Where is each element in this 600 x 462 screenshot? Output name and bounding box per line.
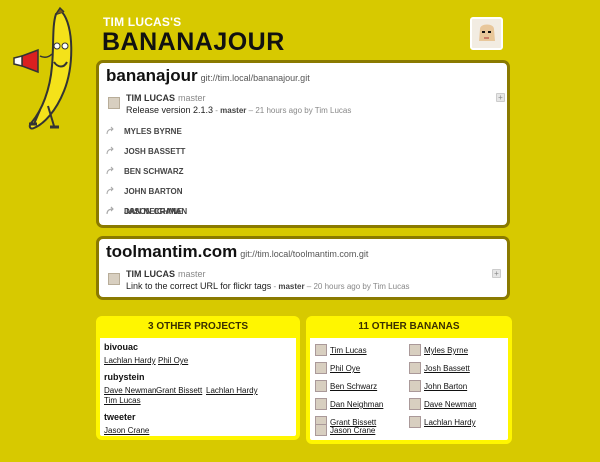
repo-git-url: git://tim.local/toolmantim.com.git <box>240 249 369 259</box>
commit-message[interactable]: Release version 2.1.3 <box>126 105 213 115</box>
repo-name[interactable]: bananajour <box>106 66 198 85</box>
banana-user-name[interactable]: Myles Byrne <box>424 346 468 355</box>
banana-user-name[interactable]: Jason Crane <box>330 426 375 435</box>
user-avatar[interactable] <box>470 17 503 50</box>
header-owner-label: TIM LUCAS'S <box>103 15 182 29</box>
banana-user-name[interactable]: Lachlan Hardy <box>424 418 476 427</box>
banana-mascot-logo <box>13 6 73 130</box>
user-avatar-icon <box>409 398 421 410</box>
commit-author-name: TIM LUCAS <box>126 93 175 103</box>
expand-plus-icon[interactable]: + <box>492 269 501 278</box>
user-avatar-icon <box>409 380 421 392</box>
banana-user-name[interactable]: Dave Newman <box>424 400 476 409</box>
member-name[interactable]: JOSH BASSETT <box>124 147 185 156</box>
repo-title: toolmantim.com git://tim.local/toolmantim… <box>106 242 368 262</box>
other-bananas-heading: 11 OTHER BANANAS <box>310 320 508 338</box>
repo-name[interactable]: toolmantim.com <box>106 242 237 261</box>
commit-author: TIM LUCAS master <box>126 93 206 103</box>
project-title[interactable]: bivouac <box>104 342 138 352</box>
user-avatar-icon <box>409 416 421 428</box>
repo-title: bananajour git://tim.local/bananajour.git <box>106 66 310 86</box>
project-title[interactable]: rubystein <box>104 372 145 382</box>
fork-icon <box>106 146 114 155</box>
commit-author-avatar <box>108 97 120 109</box>
project-person-link[interactable]: Grant Bissett <box>156 386 202 395</box>
member-name[interactable]: JASON CRANE <box>124 207 182 216</box>
user-avatar-icon <box>315 398 327 410</box>
repo-card-toolmantim: toolmantim.com git://tim.local/toolmantim… <box>96 236 510 300</box>
user-avatar-image <box>472 19 501 48</box>
commit-author-avatar <box>108 273 120 285</box>
project-person-link[interactable]: Jason Crane <box>104 426 149 435</box>
commit-meta: - master – 20 hours ago by Tim Lucas <box>271 282 410 291</box>
commit-author-name: TIM LUCAS <box>126 269 175 279</box>
user-avatar-icon <box>315 424 327 436</box>
project-title[interactable]: tweeter <box>104 412 136 422</box>
banana-user-name[interactable]: Ben Schwarz <box>330 382 377 391</box>
member-name[interactable]: BEN SCHWARZ <box>124 167 184 176</box>
commit-branch: master <box>178 93 206 103</box>
repo-git-url: git://tim.local/bananajour.git <box>200 73 310 83</box>
member-name[interactable]: JOHN BARTON <box>124 187 183 196</box>
project-person-link[interactable]: Lachlan Hardy <box>104 356 156 365</box>
page-title: BANANAJOUR <box>102 28 285 56</box>
banana-user-name[interactable]: Phil Oye <box>330 364 360 373</box>
banana-user-name[interactable]: Tim Lucas <box>330 346 367 355</box>
user-avatar-icon <box>315 344 327 356</box>
user-avatar-icon <box>315 380 327 392</box>
user-avatar-icon <box>409 362 421 374</box>
other-projects-panel: 3 OTHER PROJECTS bivouac Lachlan Hardy P… <box>96 316 300 440</box>
banana-user-name[interactable]: Dan Neighman <box>330 400 383 409</box>
repo-card-bananajour: bananajour git://tim.local/bananajour.git… <box>96 60 510 228</box>
project-person-link[interactable]: Lachlan Hardy <box>206 386 258 395</box>
commit-message[interactable]: Link to the correct URL for flickr tags <box>126 281 271 291</box>
banana-user-name[interactable]: Josh Bassett <box>424 364 470 373</box>
commit-branch: master <box>178 269 206 279</box>
user-avatar-icon <box>315 362 327 374</box>
project-person-link[interactable]: Phil Oye <box>158 356 188 365</box>
fork-icon <box>106 126 114 135</box>
commit-author: TIM LUCAS master <box>126 269 206 279</box>
banana-user-name[interactable]: John Barton <box>424 382 467 391</box>
member-name[interactable]: MYLES BYRNE <box>124 127 182 136</box>
fork-icon <box>106 206 114 215</box>
commit-meta: - master – 21 hours ago by Tim Lucas <box>213 106 352 115</box>
other-bananas-panel: 11 OTHER BANANAS Tim Lucas Phil Oye Ben … <box>306 316 512 444</box>
other-projects-heading: 3 OTHER PROJECTS <box>100 320 296 338</box>
project-person-link[interactable]: Tim Lucas <box>104 396 141 405</box>
project-person-link[interactable]: Dave Newman <box>104 386 156 395</box>
commit-message-line: Link to the correct URL for flickr tags … <box>126 281 410 291</box>
fork-icon <box>106 166 114 175</box>
expand-plus-icon[interactable]: + <box>496 93 505 102</box>
fork-icon <box>106 186 114 195</box>
commit-message-line: Release version 2.1.3 - master – 21 hour… <box>126 105 351 115</box>
user-avatar-icon <box>409 344 421 356</box>
